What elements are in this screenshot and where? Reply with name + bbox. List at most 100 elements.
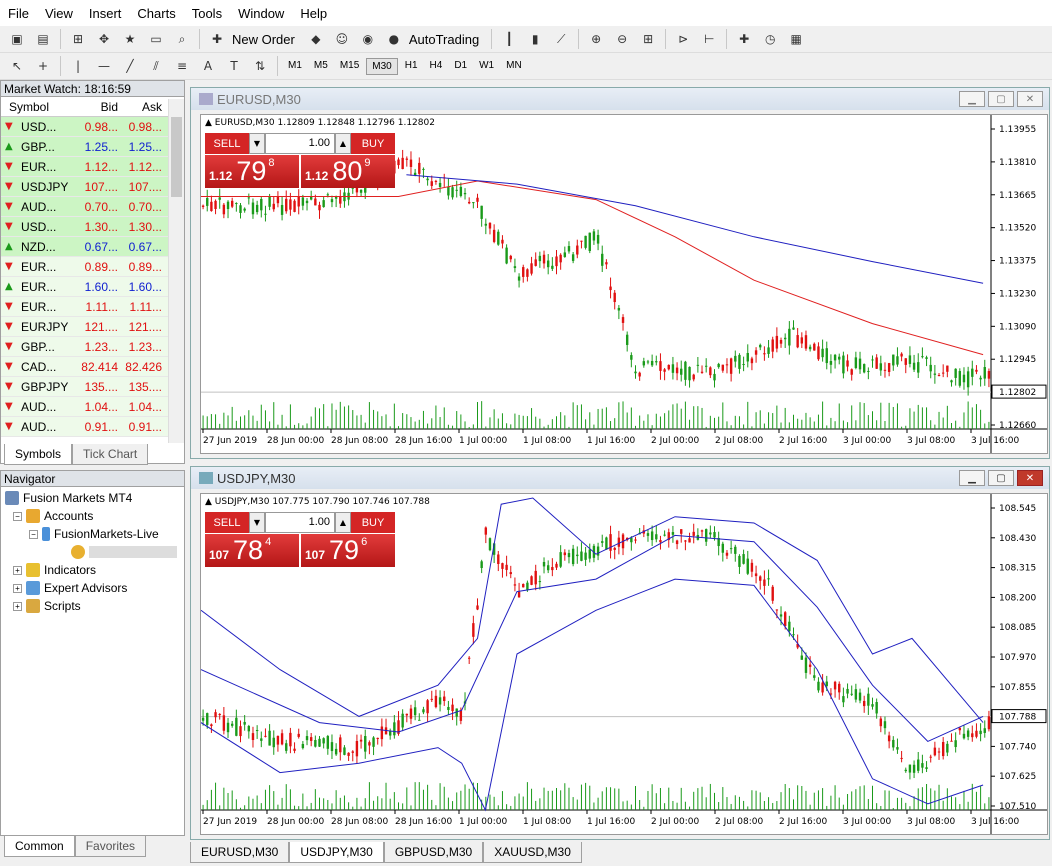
chart-window-title-bar[interactable]: EURUSD,M30 ▁ ▢ ✕ <box>191 88 1049 110</box>
menu-window[interactable]: Window <box>230 6 292 21</box>
autotrading-icon[interactable]: ● <box>383 29 405 49</box>
minimize-icon[interactable]: ▁ <box>959 470 985 486</box>
nav-account-item[interactable] <box>5 543 180 561</box>
market-watch-row[interactable]: ▼ CAD... 82.414 82.426 <box>1 357 169 377</box>
market-watch-row[interactable]: ▼ EURJPY 121.... 121.... <box>1 317 169 337</box>
lot-down-icon[interactable]: ▼ <box>249 133 265 154</box>
timeframe-h1[interactable]: H1 <box>400 58 423 75</box>
terminal-icon[interactable]: ▭ <box>145 29 167 49</box>
chart-tab[interactable]: XAUUSD,M30 <box>483 842 582 863</box>
menu-help[interactable]: Help <box>292 6 335 21</box>
chart-area[interactable]: 1.13955 1.13810 1.13665 1.13520 1.13375 1.132… <box>200 114 1048 454</box>
timeframe-d1[interactable]: D1 <box>449 58 472 75</box>
arrows-icon[interactable]: ⇅ <box>249 56 271 76</box>
chart-tab[interactable]: GBPUSD,M30 <box>383 842 484 863</box>
collapse-arrow-icon[interactable]: ▲ <box>205 497 212 507</box>
menu-charts[interactable]: Charts <box>129 6 183 21</box>
market-watch-row[interactable]: ▼ AUD... 0.91... 0.91... <box>1 417 169 437</box>
buy-price[interactable]: 1.12 80 9 <box>301 155 395 188</box>
autotrading-button[interactable]: AutoTrading <box>409 32 479 47</box>
expand-icon[interactable]: + <box>13 601 22 611</box>
timeframe-m15[interactable]: M15 <box>335 58 364 75</box>
sell-price[interactable]: 1.12 79 8 <box>205 155 299 188</box>
market-watch-row[interactable]: ▼ AUD... 0.70... 0.70... <box>1 197 169 217</box>
market-watch-row[interactable]: ▼ EUR... 0.89... 0.89... <box>1 257 169 277</box>
new-order-icon[interactable]: ✚ <box>206 29 228 49</box>
maximize-icon[interactable]: ▢ <box>988 91 1014 107</box>
market-watch-row[interactable]: ▼ USD... 0.98... 0.98... <box>1 117 169 137</box>
col-bid[interactable]: Bid <box>77 100 121 114</box>
market-watch-row[interactable]: ▲ GBP... 1.25... 1.25... <box>1 137 169 157</box>
col-ask[interactable]: Ask <box>121 100 165 114</box>
col-symbol[interactable]: Symbol <box>1 100 77 114</box>
sell-button[interactable]: SELL <box>205 133 249 154</box>
profiles-icon[interactable]: ▤ <box>32 29 54 49</box>
market-watch-row[interactable]: ▼ EUR... 1.12... 1.12... <box>1 157 169 177</box>
nav-scripts[interactable]: + Scripts <box>5 597 180 615</box>
close-icon[interactable]: ✕ <box>1017 91 1043 107</box>
channel-icon[interactable]: ⫽ <box>145 56 167 76</box>
timeframe-w1[interactable]: W1 <box>474 58 499 75</box>
nav-server[interactable]: − FusionMarkets-Live <box>5 525 180 543</box>
indicators-menu-icon[interactable]: ✚ <box>733 29 755 49</box>
horizontal-line-icon[interactable]: — <box>93 56 115 76</box>
chart-area[interactable]: 108.545 108.430 108.315 108.200 108.085 107.9… <box>200 493 1048 835</box>
timeframe-m30[interactable]: M30 <box>366 57 398 75</box>
menu-view[interactable]: View <box>37 6 81 21</box>
chart-tab[interactable]: USDJPY,M30 <box>289 842 384 863</box>
market-watch-row[interactable]: ▼ GBPJPY 135.... 135.... <box>1 377 169 397</box>
data-window-icon[interactable]: ✥ <box>93 29 115 49</box>
sell-price[interactable]: 107 78 4 <box>205 534 299 567</box>
vertical-line-icon[interactable]: | <box>67 56 89 76</box>
sell-button[interactable]: SELL <box>205 512 249 533</box>
nav-experts[interactable]: + Expert Advisors <box>5 579 180 597</box>
new-chart-icon[interactable]: ▣ <box>6 29 28 49</box>
tile-windows-icon[interactable]: ⊞ <box>637 29 659 49</box>
text-icon[interactable]: A <box>197 56 219 76</box>
user-icon[interactable]: ☺ <box>331 29 353 49</box>
fibonacci-icon[interactable]: ≡ <box>171 56 193 76</box>
minimize-icon[interactable]: ▁ <box>959 91 985 107</box>
chart-tab[interactable]: EURUSD,M30 <box>190 842 290 863</box>
buy-button[interactable]: BUY <box>351 133 395 154</box>
bar-chart-icon[interactable]: ┃ <box>498 29 520 49</box>
timeframe-m1[interactable]: M1 <box>283 58 307 75</box>
buy-price[interactable]: 107 79 6 <box>301 534 395 567</box>
close-icon[interactable]: ✕ <box>1017 470 1043 486</box>
market-watch-scrollbar[interactable] <box>168 99 184 443</box>
expand-icon[interactable]: + <box>13 583 22 593</box>
timeframe-m5[interactable]: M5 <box>309 58 333 75</box>
tab-common[interactable]: Common <box>4 836 75 857</box>
trendline-icon[interactable]: ╱ <box>119 56 141 76</box>
new-order-button[interactable]: New Order <box>232 32 295 47</box>
periods-icon[interactable]: ◷ <box>759 29 781 49</box>
menu-tools[interactable]: Tools <box>184 6 230 21</box>
scrollbar-thumb[interactable] <box>171 117 182 197</box>
timeframe-mn[interactable]: MN <box>501 58 527 75</box>
chart-shift-icon[interactable]: ⊢ <box>698 29 720 49</box>
maximize-icon[interactable]: ▢ <box>988 470 1014 486</box>
candlestick-icon[interactable]: ▮ <box>524 29 546 49</box>
collapse-arrow-icon[interactable]: ▲ <box>205 118 212 128</box>
lot-up-icon[interactable]: ▲ <box>335 133 351 154</box>
line-chart-icon[interactable]: ⟋ <box>550 29 572 49</box>
menu-insert[interactable]: Insert <box>81 6 130 21</box>
timeframe-h4[interactable]: H4 <box>425 58 448 75</box>
nav-indicators[interactable]: + Indicators <box>5 561 180 579</box>
text-label-icon[interactable]: T <box>223 56 245 76</box>
lot-input[interactable]: 1.00 <box>265 512 335 533</box>
autoscroll-icon[interactable]: ⊳ <box>672 29 694 49</box>
expand-icon[interactable]: + <box>13 565 22 575</box>
market-watch-row[interactable]: ▼ USD... 1.30... 1.30... <box>1 217 169 237</box>
market-watch-row[interactable]: ▼ AUD... 1.04... 1.04... <box>1 397 169 417</box>
templates-icon[interactable]: ▦ <box>785 29 807 49</box>
nav-accounts[interactable]: − Accounts <box>5 507 180 525</box>
menu-file[interactable]: File <box>0 6 37 21</box>
crosshair-icon[interactable]: + <box>32 56 54 76</box>
market-watch-row[interactable]: ▼ USDJPY 107.... 107.... <box>1 177 169 197</box>
collapse-icon[interactable]: − <box>29 529 38 539</box>
market-watch-row[interactable]: ▼ EUR... 1.11... 1.11... <box>1 297 169 317</box>
navigator-icon[interactable]: ★ <box>119 29 141 49</box>
lot-down-icon[interactable]: ▼ <box>249 512 265 533</box>
nav-root[interactable]: Fusion Markets MT4 <box>5 489 180 507</box>
